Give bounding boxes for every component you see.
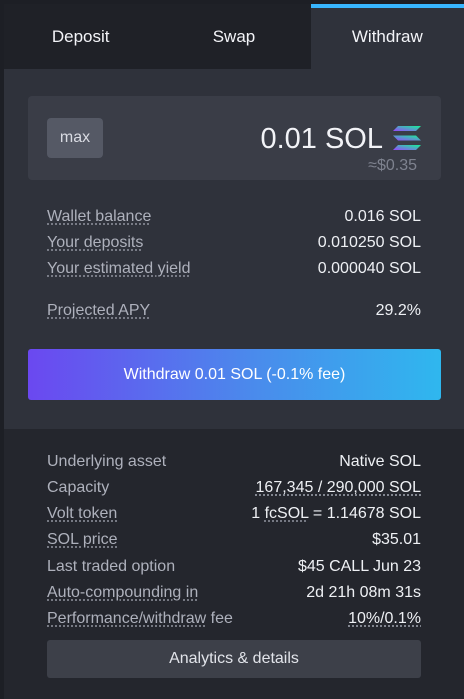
projected-apy-value: 29.2%	[375, 302, 421, 319]
projected-apy-label[interactable]: Projected APY	[47, 302, 150, 320]
sol-price-row: SOL price $35.01	[47, 531, 421, 553]
volt-token-value: 1 fcSOL = 1.14678 SOL	[251, 505, 421, 523]
underlying-asset-value: Native SOL	[339, 453, 421, 470]
capacity-row: Capacity 167,345 / 290,000 SOL	[47, 479, 421, 501]
last-option-label: Last traded option	[47, 558, 176, 575]
sol-price-label[interactable]: SOL price	[47, 531, 118, 549]
amount-input-box[interactable]: max 0.01 SOL ≈$0.35	[28, 96, 441, 180]
underlying-asset-row: Underlying asset Native SOL	[47, 453, 421, 475]
estimated-yield-label[interactable]: Your estimated yield	[47, 260, 191, 278]
fee-label: Performance/withdraw fee	[47, 610, 233, 628]
auto-compounding-value: 2d 21h 08m 31s	[306, 584, 421, 601]
last-option-row: Last traded option $45 CALL Jun 23	[47, 558, 421, 580]
amount-value[interactable]: 0.01 SOL	[260, 123, 383, 156]
withdraw-panel: Deposit Swap Withdraw max 0.01 SOL ≈$0.3…	[4, 4, 464, 699]
solana-icon	[393, 126, 421, 150]
tab-withdraw[interactable]: Withdraw	[310, 4, 464, 69]
analytics-details-button[interactable]: Analytics & details	[47, 640, 421, 678]
tab-swap[interactable]: Swap	[157, 4, 311, 69]
estimated-yield-row: Your estimated yield 0.000040 SOL	[47, 260, 421, 282]
underlying-asset-label: Underlying asset	[47, 453, 167, 470]
projected-apy-row: Projected APY 29.2%	[47, 302, 421, 324]
volt-token-prefix: 1	[251, 505, 265, 522]
withdraw-button[interactable]: Withdraw 0.01 SOL (-0.1% fee)	[28, 349, 441, 400]
volt-token-rate: = 1.14678 SOL	[308, 505, 421, 522]
fee-label-link[interactable]: Performance/withdraw	[47, 610, 206, 627]
volt-token-label[interactable]: Volt token	[47, 505, 117, 523]
capacity-label: Capacity	[47, 479, 110, 496]
wallet-balance-label[interactable]: Wallet balance	[47, 208, 151, 226]
wallet-balance-value: 0.016 SOL	[344, 208, 422, 225]
your-deposits-value: 0.010250 SOL	[317, 234, 421, 251]
vault-details: Underlying asset Native SOL Capacity 167…	[4, 429, 464, 699]
estimated-yield-value: 0.000040 SOL	[317, 260, 421, 277]
capacity-value[interactable]: 167,345 / 290,000 SOL	[256, 479, 421, 497]
usd-estimate: ≈$0.35	[368, 157, 417, 174]
last-option-value: $45 CALL Jun 23	[297, 558, 421, 575]
volt-token-symbol[interactable]: fcSOL	[265, 505, 309, 522]
fee-value[interactable]: 10%/0.1%	[348, 610, 421, 628]
fee-row: Performance/withdraw fee 10%/0.1%	[47, 610, 421, 632]
auto-compounding-label[interactable]: Auto-compounding in	[47, 584, 198, 602]
your-deposits-row: Your deposits 0.010250 SOL	[47, 234, 421, 256]
sol-price-value: $35.01	[372, 531, 421, 548]
fee-label-suffix: fee	[206, 610, 233, 627]
tab-bar: Deposit Swap Withdraw	[4, 4, 464, 69]
wallet-balance-row: Wallet balance 0.016 SOL	[47, 208, 421, 230]
auto-compounding-row: Auto-compounding in 2d 21h 08m 31s	[47, 584, 421, 606]
your-deposits-label[interactable]: Your deposits	[47, 234, 143, 252]
tab-deposit[interactable]: Deposit	[4, 4, 158, 69]
max-button[interactable]: max	[47, 118, 103, 158]
volt-token-row: Volt token 1 fcSOL = 1.14678 SOL	[47, 505, 421, 527]
